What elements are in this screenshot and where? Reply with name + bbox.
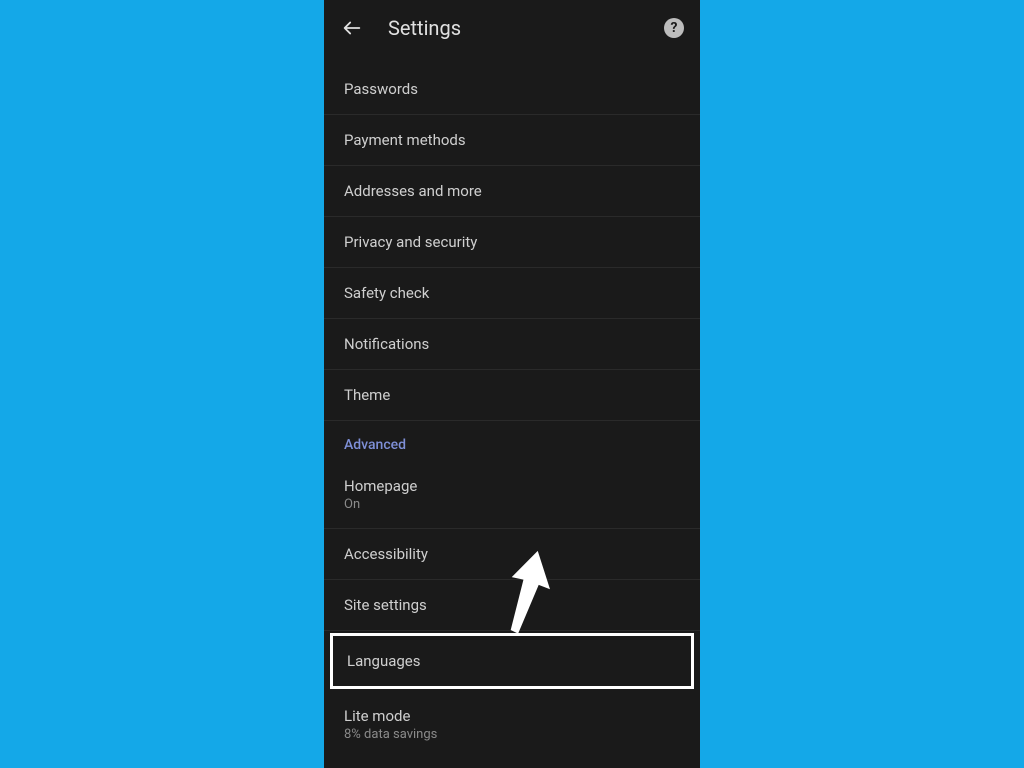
settings-item-homepage[interactable]: Homepage On (324, 461, 700, 529)
item-sub: 8% data savings (344, 727, 680, 742)
settings-item-languages[interactable]: Languages (330, 633, 694, 689)
settings-item-payment[interactable]: Payment methods (324, 115, 700, 166)
settings-item-accessibility[interactable]: Accessibility (324, 529, 700, 580)
section-header-advanced: Advanced (324, 421, 700, 461)
settings-list: Passwords Payment methods Addresses and … (324, 56, 700, 758)
item-label: Theme (344, 386, 680, 404)
item-label: Accessibility (344, 545, 680, 563)
app-header: Settings ? (324, 0, 700, 56)
settings-item-privacy[interactable]: Privacy and security (324, 217, 700, 268)
item-label: Homepage (344, 477, 680, 495)
back-icon[interactable] (340, 16, 364, 40)
page-title: Settings (388, 16, 664, 40)
item-label: Passwords (344, 80, 680, 98)
item-label: Addresses and more (344, 182, 680, 200)
item-label: Privacy and security (344, 233, 680, 251)
help-icon[interactable]: ? (664, 18, 684, 38)
settings-item-safety[interactable]: Safety check (324, 268, 700, 319)
item-label: Safety check (344, 284, 680, 302)
phone-frame: Settings ? Passwords Payment methods Add… (324, 0, 700, 768)
settings-item-addresses[interactable]: Addresses and more (324, 166, 700, 217)
item-label: Languages (347, 652, 677, 670)
settings-item-theme[interactable]: Theme (324, 370, 700, 421)
item-label: Lite mode (344, 707, 680, 725)
settings-item-notifications[interactable]: Notifications (324, 319, 700, 370)
item-label: Notifications (344, 335, 680, 353)
item-sub: On (344, 497, 680, 512)
item-label: Site settings (344, 596, 680, 614)
settings-item-lite[interactable]: Lite mode 8% data savings (324, 691, 700, 758)
item-label: Payment methods (344, 131, 680, 149)
settings-item-site[interactable]: Site settings (324, 580, 700, 631)
settings-item-passwords[interactable]: Passwords (324, 64, 700, 115)
